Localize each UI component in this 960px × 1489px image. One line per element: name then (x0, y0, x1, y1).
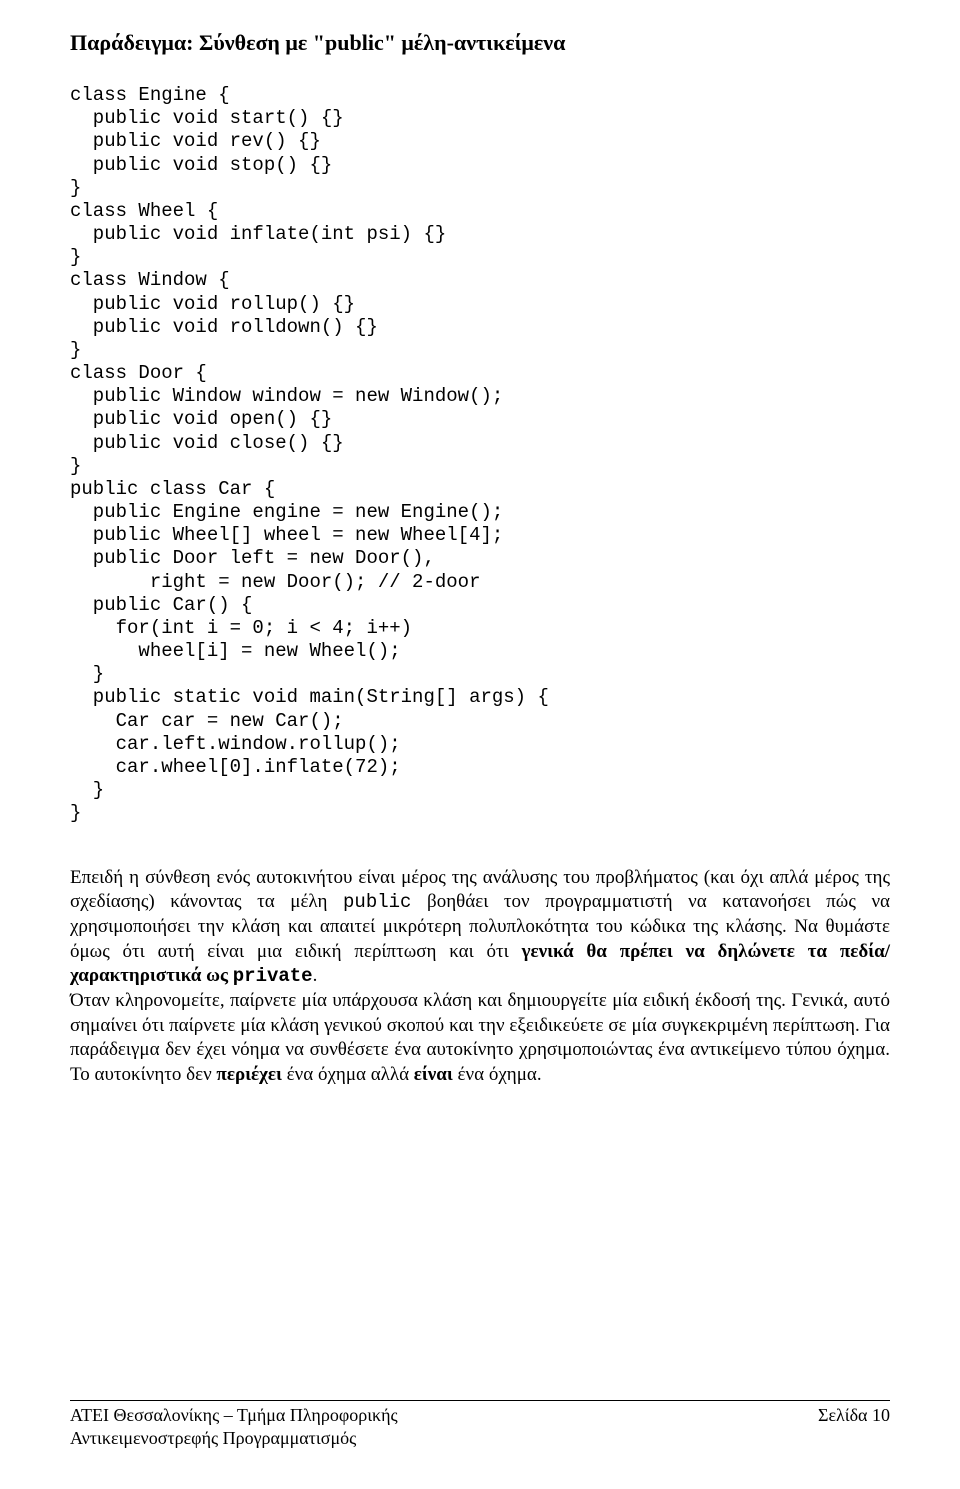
footer-course: Αντικειμενοστρεφής Προγραμματισμός (70, 1427, 398, 1450)
bold-text: είναι (414, 1064, 453, 1085)
text: ένα όχημα. (453, 1064, 542, 1085)
body-text: Επειδή η σύνθεση ενός αυτοκινήτου είναι … (70, 866, 890, 1088)
page-number: Σελίδα 10 (818, 1404, 890, 1449)
page-footer: ΑΤΕΙ Θεσσαλονίκης – Τμήμα Πληροφορικής Α… (70, 1370, 890, 1449)
footer-institution: ΑΤΕΙ Θεσσαλονίκης – Τμήμα Πληροφορικής (70, 1404, 398, 1427)
text: . (313, 965, 318, 986)
section-heading: Παράδειγμα: Σύνθεση με "public" μέλη-αντ… (70, 30, 890, 56)
inline-code: public (343, 891, 411, 913)
bold-text: περιέχει (216, 1064, 282, 1085)
text: ένα όχημα αλλά (282, 1064, 414, 1085)
inline-code: private (233, 965, 313, 987)
code-block: class Engine { public void start() {} pu… (70, 84, 890, 826)
footer-divider (70, 1400, 890, 1401)
